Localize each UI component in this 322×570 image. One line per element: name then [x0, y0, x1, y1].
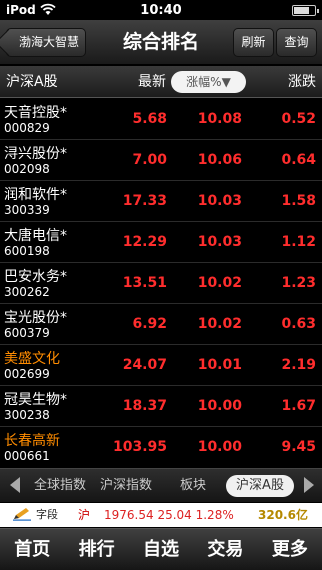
stock-name: 大唐电信* [4, 228, 67, 244]
stock-pct-change: 10.02 [197, 316, 242, 332]
market-tab-global-index[interactable]: 全球指数 [34, 469, 86, 503]
stock-price: 24.07 [122, 357, 167, 373]
index-ticker[interactable]: 字段 沪 1976.54 25.04 1.28% 320.6亿 [0, 503, 322, 527]
stock-row[interactable]: 天音控股* 000829 5.68 10.08 0.52 [0, 99, 322, 140]
stock-pct-change: 10.08 [197, 111, 242, 127]
stock-name: 天音控股* [4, 105, 67, 121]
stock-name: 润和软件* [4, 187, 67, 203]
stock-row[interactable]: 冠昊生物* 300238 18.37 10.00 1.67 [0, 386, 322, 427]
battery-icon [292, 5, 319, 16]
stock-code: 300238 [4, 408, 50, 422]
stock-pct-change: 10.00 [197, 398, 242, 414]
stock-price: 5.68 [132, 111, 167, 127]
stock-pct-change: 10.01 [197, 357, 242, 373]
stock-pct-change: 10.00 [197, 439, 242, 455]
ticker-amount: 320.6亿 [258, 508, 308, 522]
stock-price: 7.00 [132, 152, 167, 168]
stock-pct-change: 10.02 [197, 275, 242, 291]
market-tab-hs-index[interactable]: 沪深指数 [100, 469, 152, 503]
stock-change: 9.45 [281, 439, 316, 455]
stock-change: 2.19 [281, 357, 316, 373]
column-name-header[interactable]: 沪深A股 [6, 66, 58, 98]
stock-code: 300339 [4, 203, 50, 217]
stock-name: 巴安水务* [4, 269, 67, 285]
stock-price: 103.95 [112, 439, 167, 455]
refresh-button[interactable]: 刷新 [233, 28, 274, 57]
tab-trade[interactable]: 交易 [193, 529, 257, 570]
stock-row[interactable]: 美盛文化 002699 24.07 10.01 2.19 [0, 345, 322, 386]
column-change-header[interactable]: 涨跌 [288, 66, 316, 98]
stock-change: 1.23 [281, 275, 316, 291]
nav-bar: 渤海大智慧 综合排名 刷新 查询 [0, 20, 322, 65]
stock-change: 1.12 [281, 234, 316, 250]
stock-price: 6.92 [132, 316, 167, 332]
stock-pct-change: 10.06 [197, 152, 242, 168]
ticker-market: 沪 [78, 508, 91, 522]
scroll-left-icon[interactable] [10, 477, 20, 493]
stock-change: 1.58 [281, 193, 316, 209]
scroll-right-icon[interactable] [304, 477, 314, 493]
stock-code: 002098 [4, 162, 50, 176]
stock-change: 0.52 [281, 111, 316, 127]
pencil-icon [13, 508, 31, 521]
stock-row[interactable]: 大唐电信* 600198 12.29 10.03 1.12 [0, 222, 322, 263]
query-button[interactable]: 查询 [276, 28, 317, 57]
tab-home[interactable]: 首页 [0, 529, 64, 570]
tab-ranking[interactable]: 排行 [64, 529, 128, 570]
ticker-label: 字段 [36, 508, 58, 521]
stock-change: 1.67 [281, 398, 316, 414]
tab-watchlist[interactable]: 自选 [129, 529, 193, 570]
stock-list[interactable]: 天音控股* 000829 5.68 10.08 0.52 浔兴股份* 002098 7.00 1… [0, 99, 322, 466]
stock-price: 18.37 [122, 398, 167, 414]
market-tab-bar: 全球指数 沪深指数 板块 沪深A股 [0, 468, 322, 502]
tab-more[interactable]: 更多 [258, 529, 322, 570]
stock-row[interactable]: 润和软件* 300339 17.33 10.03 1.58 [0, 181, 322, 222]
stock-name: 浔兴股份* [4, 146, 67, 162]
stock-row[interactable]: 巴安水务* 300262 13.51 10.02 1.23 [0, 263, 322, 304]
column-pct-sort-button[interactable]: 涨幅%▼ [171, 71, 246, 93]
stock-price: 12.29 [122, 234, 167, 250]
stock-name: 美盛文化 [4, 351, 60, 367]
status-bar: iPod 10:40 [0, 0, 322, 20]
clock: 10:40 [140, 3, 182, 18]
stock-row[interactable]: 长春高新 000661 103.95 10.00 9.45 [0, 427, 322, 466]
stock-code: 002699 [4, 367, 50, 381]
stock-code: 000829 [4, 121, 50, 135]
stock-price: 17.33 [122, 193, 167, 209]
column-price-header[interactable]: 最新 [138, 66, 166, 98]
market-tab-hs-a-shares[interactable]: 沪深A股 [226, 475, 294, 497]
stock-pct-change: 10.03 [197, 234, 242, 250]
back-button[interactable]: 渤海大智慧 [6, 28, 86, 57]
stock-code: 600379 [4, 326, 50, 340]
stock-pct-change: 10.03 [197, 193, 242, 209]
bottom-tab-bar: 首页 排行 自选 交易 更多 [0, 528, 322, 570]
stock-name: 冠昊生物* [4, 392, 67, 408]
stock-code: 000661 [4, 449, 50, 463]
stock-code: 300262 [4, 285, 50, 299]
stock-name: 长春高新 [4, 433, 60, 449]
stock-row[interactable]: 浔兴股份* 002098 7.00 10.06 0.64 [0, 140, 322, 181]
stock-change: 0.64 [281, 152, 316, 168]
stock-row[interactable]: 宝光股份* 600379 6.92 10.02 0.63 [0, 304, 322, 345]
stock-name: 宝光股份* [4, 310, 67, 326]
ticker-values: 1976.54 25.04 1.28% [104, 508, 234, 522]
stock-code: 600198 [4, 244, 50, 258]
column-header: 沪深A股 最新 涨幅%▼ 涨跌 [0, 66, 322, 98]
stock-price: 13.51 [122, 275, 167, 291]
market-tab-sector[interactable]: 板块 [180, 469, 206, 503]
stock-change: 0.63 [281, 316, 316, 332]
